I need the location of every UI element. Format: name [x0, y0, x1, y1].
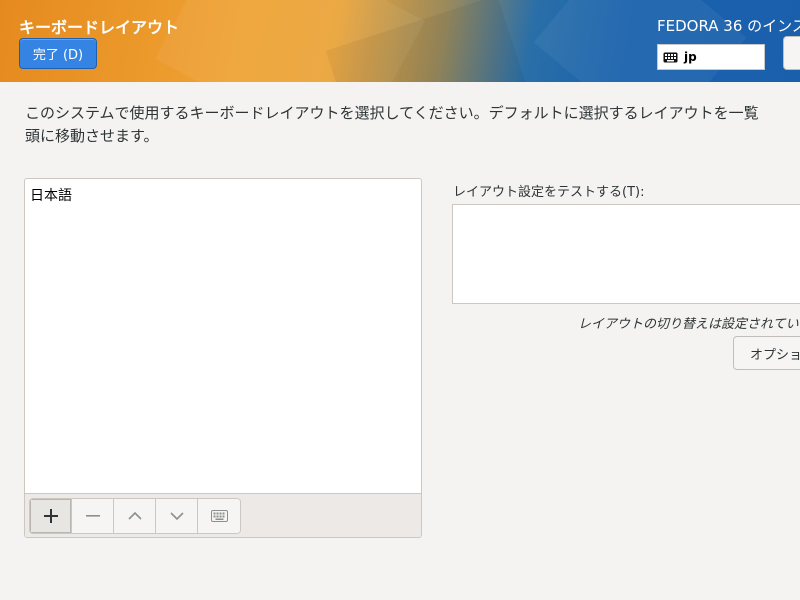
keyboard-layout-indicator[interactable]: jp [657, 44, 765, 70]
move-down-icon [169, 512, 184, 521]
test-layout-label: レイアウト設定をテストする(T): [453, 185, 645, 200]
options-button[interactable]: オプション [733, 336, 800, 370]
page-title: キーボードレイアウト [19, 18, 180, 37]
move-up-button[interactable] [114, 499, 156, 533]
instructions-text: このシステムで使用するキーボードレイアウトを選択してください。デフォルトに選択す… [25, 102, 800, 148]
layout-list-item[interactable]: 日本語 [25, 179, 421, 205]
keyboard-layout-code: jp [684, 50, 697, 64]
layout-list: 日本語 [24, 178, 422, 538]
layout-toolbar [25, 493, 421, 537]
move-up-icon [127, 511, 142, 520]
instructions-line: このシステムで使用するキーボードレイアウトを選択してください。デフォルトに選択す… [25, 104, 759, 122]
layout-toolbar-buttons [29, 498, 241, 534]
done-button[interactable]: 完了 (D) [19, 38, 97, 69]
add-layout-button[interactable] [30, 499, 72, 533]
header-bar: キーボードレイアウト 完了 (D) FEDORA 36 のインス jp [0, 0, 800, 82]
preview-layout-button[interactable] [198, 499, 240, 533]
remove-icon [85, 515, 100, 517]
help-button[interactable] [783, 36, 800, 70]
keyboard-preview-icon [210, 510, 228, 522]
keyboard-icon [663, 52, 678, 63]
remove-layout-button[interactable] [72, 499, 114, 533]
test-layout-field[interactable] [452, 204, 800, 304]
product-title: FEDORA 36 のインス [657, 17, 800, 35]
move-down-button[interactable] [156, 499, 198, 533]
layout-switch-status: レイアウトの切り替えは設定されてい [578, 317, 799, 332]
add-icon [43, 509, 58, 523]
instructions-line: 頭に移動させます。 [25, 127, 159, 145]
